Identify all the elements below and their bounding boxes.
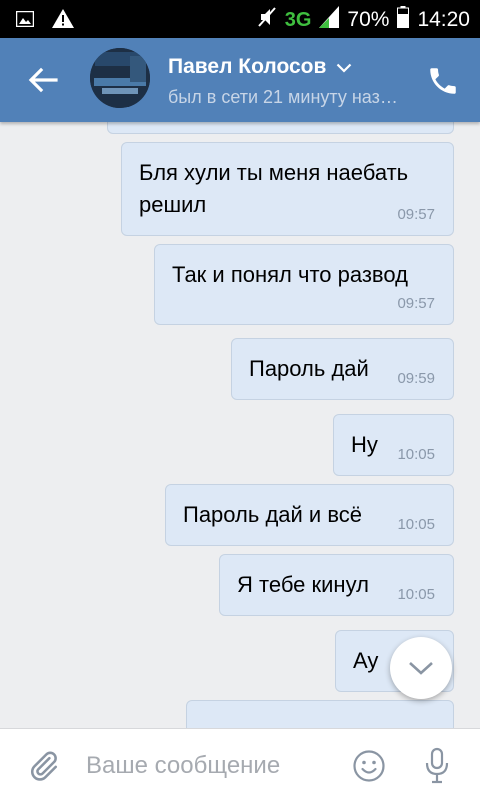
avatar[interactable] — [90, 48, 150, 108]
message-bubble[interactable]: Так и понял что развод 09:57 — [154, 244, 454, 325]
message-text: Пароль дай — [249, 356, 369, 381]
chat-header: Павел Колосов был в сети 21 минуту назад — [0, 38, 480, 122]
message-time: 09:57 — [397, 295, 435, 312]
mute-icon — [257, 6, 277, 34]
message-bubble[interactable]: Ну 10:05 — [333, 414, 454, 476]
message-text: Так и понял что развод — [172, 262, 408, 287]
last-seen-status: был в сети 21 минуту назад — [168, 87, 400, 107]
message-time: 10:05 — [397, 516, 435, 533]
message-bubble[interactable]: Пароль дай 09:59 — [231, 338, 454, 400]
warning-icon — [52, 9, 74, 33]
smile-icon[interactable] — [352, 749, 386, 788]
back-arrow-icon[interactable] — [26, 64, 60, 96]
message-time: 09:57 — [397, 206, 435, 223]
image-icon — [15, 10, 35, 32]
composer — [0, 728, 480, 801]
phone-icon[interactable] — [426, 64, 460, 98]
message-bubble[interactable]: Пароль дай и всё 10:05 — [165, 484, 454, 546]
clock: 14:20 — [417, 8, 470, 31]
mic-icon[interactable] — [424, 747, 450, 790]
message-list[interactable]: Бля хули ты меня наебать решил 09:57 Так… — [0, 122, 480, 728]
message-time: 10:05 — [397, 446, 435, 463]
contact-name: Павел Колосов — [168, 55, 327, 78]
battery-icon — [397, 6, 410, 34]
message-time: 09:59 — [397, 370, 435, 387]
signal-icon — [319, 6, 340, 34]
battery-level: 70% — [347, 8, 390, 31]
message-bubble-partial — [107, 122, 454, 134]
message-input[interactable] — [86, 749, 326, 783]
message-time: 10:05 — [397, 586, 435, 603]
message-bubble[interactable]: Я тебе кинул 10:05 — [219, 554, 454, 616]
network-type: 3G — [284, 8, 312, 31]
message-text: Пароль дай и всё — [183, 502, 362, 527]
message-bubble[interactable]: Бля хули ты меня наебать решил 09:57 — [121, 142, 454, 236]
message-bubble-partial[interactable] — [186, 700, 454, 728]
scroll-down-button[interactable] — [390, 637, 452, 699]
contact-name-row[interactable]: Павел Колосов — [168, 55, 352, 79]
message-text: Я тебе кинул — [237, 572, 369, 597]
attach-icon[interactable] — [26, 749, 60, 788]
message-text: Ау — [353, 648, 379, 673]
status-bar: 3G 70% 14:20 — [0, 0, 480, 38]
message-text: Бля хули ты меня наебать решил — [139, 160, 409, 217]
message-text: Ну — [351, 432, 378, 457]
chevron-down-icon[interactable] — [336, 55, 352, 79]
